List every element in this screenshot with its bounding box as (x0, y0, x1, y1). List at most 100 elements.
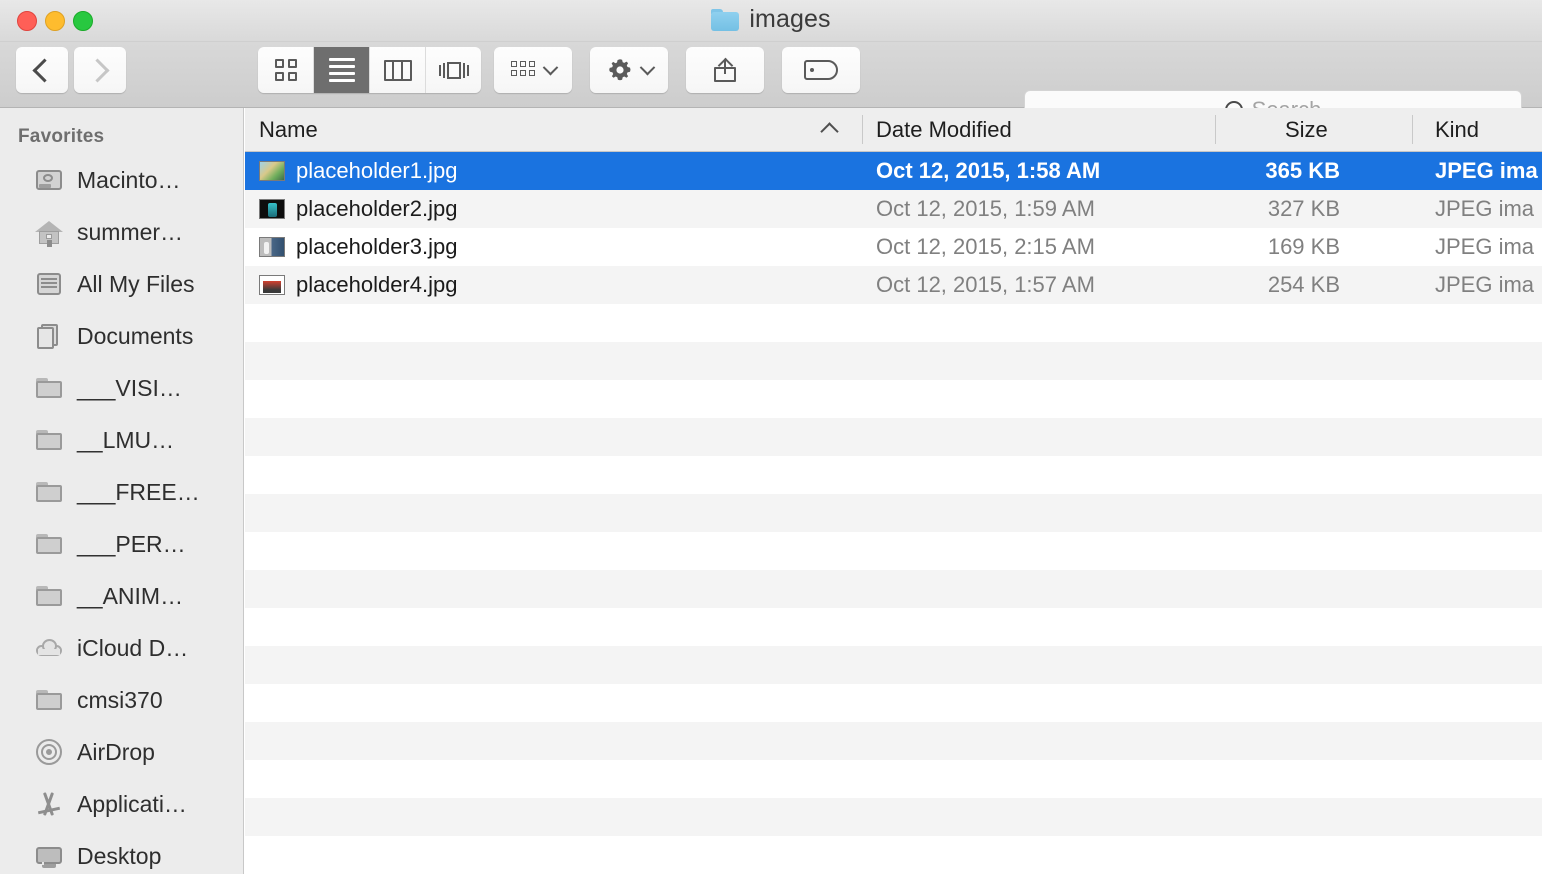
file-name-cell[interactable]: placeholder2.jpg (259, 190, 457, 228)
column-header-kind[interactable]: Kind (1435, 108, 1479, 151)
sidebar-item-summer[interactable]: summer… (0, 206, 243, 258)
arrange-icon (510, 61, 537, 79)
file-name-label: placeholder1.jpg (296, 158, 458, 183)
file-thumbnail-icon (259, 237, 285, 257)
sidebar-item-lmu[interactable]: __LMU… (0, 414, 243, 466)
empty-row[interactable] (245, 722, 1542, 760)
file-date-modified: Oct 12, 2015, 1:59 AM (876, 196, 1095, 221)
file-thumbnail-icon (259, 275, 285, 295)
file-size: 327 KB (1267, 196, 1340, 221)
sidebar-item-label: All My Files (77, 270, 195, 297)
sidebar-item-free[interactable]: ___FREE… (0, 466, 243, 518)
empty-row[interactable] (245, 304, 1542, 342)
window-title: images (749, 5, 831, 33)
sidebar-item-per[interactable]: ___PER… (0, 518, 243, 570)
empty-row[interactable] (245, 380, 1542, 418)
sidebar-item-anim[interactable]: __ANIM… (0, 570, 243, 622)
sidebar-item-desktop[interactable]: Desktop (0, 830, 243, 874)
sidebar-item-label: cmsi370 (77, 686, 163, 713)
back-button[interactable] (16, 47, 68, 93)
table-row[interactable]: placeholder3.jpg Oct 12, 2015, 2:15 AM 169… (245, 228, 1542, 266)
table-row[interactable]: placeholder1.jpg Oct 12, 2015, 1:58 AM 365… (245, 152, 1542, 190)
list-icon (328, 58, 355, 82)
action-menu-button[interactable] (590, 47, 668, 93)
sidebar-item-cmsi370[interactable]: cmsi370 (0, 674, 243, 726)
empty-row[interactable] (245, 760, 1542, 798)
chevron-left-icon (32, 57, 57, 83)
chevron-down-icon (542, 59, 558, 75)
desktop-icon (34, 841, 64, 871)
sidebar-item-airdrop[interactable]: AirDrop (0, 726, 243, 778)
empty-row[interactable] (245, 836, 1542, 874)
folder-icon (34, 685, 64, 715)
all-my-files-icon (34, 269, 64, 299)
file-name-cell[interactable]: placeholder4.jpg (259, 266, 457, 304)
tag-button[interactable] (782, 47, 860, 93)
file-name-label: placeholder2.jpg (296, 196, 458, 221)
column-header-row: Name Date Modified Size Kind (245, 108, 1542, 152)
file-kind: JPEG ima (1435, 234, 1535, 259)
harddisk-icon (34, 165, 64, 195)
sidebar[interactable]: Favorites Macinto… summer… All My Files Doc… (0, 108, 244, 874)
chevron-down-icon (639, 59, 655, 75)
empty-row[interactable] (245, 798, 1542, 836)
empty-row[interactable] (245, 608, 1542, 646)
empty-row[interactable] (245, 418, 1542, 456)
file-list-area[interactable]: Name Date Modified Size Kind placeholder… (245, 108, 1542, 874)
cloud-icon (34, 633, 64, 663)
sidebar-item-label: __ANIM… (77, 582, 184, 609)
sidebar-item-label: __LMU… (77, 426, 175, 453)
maximize-button[interactable] (73, 11, 93, 31)
file-name-cell[interactable]: placeholder3.jpg (259, 228, 457, 266)
coverflow-view-button[interactable] (426, 47, 481, 93)
icon-view-button[interactable] (258, 47, 314, 93)
folder-icon (711, 8, 740, 31)
empty-row[interactable] (245, 456, 1542, 494)
toolbar: Search (0, 42, 1542, 130)
tag-icon (804, 60, 838, 80)
navigation-buttons (16, 47, 126, 93)
forward-button[interactable] (74, 47, 126, 93)
empty-row[interactable] (245, 684, 1542, 722)
sidebar-item-visi[interactable]: ___VISI… (0, 362, 243, 414)
list-view-button[interactable] (314, 47, 370, 93)
arrange-button[interactable] (494, 47, 572, 93)
sidebar-section-favorites: Favorites (18, 126, 105, 147)
table-row[interactable]: placeholder2.jpg Oct 12, 2015, 1:59 AM 327… (245, 190, 1542, 228)
file-date-modified: Oct 12, 2015, 2:15 AM (876, 234, 1095, 259)
applications-icon (34, 789, 64, 819)
column-view-button[interactable] (370, 47, 426, 93)
empty-row[interactable] (245, 494, 1542, 532)
sidebar-item-documents[interactable]: Documents (0, 310, 243, 362)
share-button[interactable] (686, 47, 764, 93)
table-row[interactable]: placeholder4.jpg Oct 12, 2015, 1:57 AM 254… (245, 266, 1542, 304)
sidebar-item-icloudd[interactable]: iCloud D… (0, 622, 243, 674)
file-kind: JPEG ima (1435, 272, 1535, 297)
folder-icon (34, 373, 64, 403)
minimize-button[interactable] (45, 11, 65, 31)
empty-row[interactable] (245, 570, 1542, 608)
column-header-date-modified[interactable]: Date Modified (876, 108, 1012, 151)
sidebar-item-macinto[interactable]: Macinto… (0, 154, 243, 206)
grid-icon (274, 59, 297, 81)
column-header-name[interactable]: Name (259, 108, 318, 151)
documents-icon (34, 321, 64, 351)
sidebar-item-applicati[interactable]: Applicati… (0, 778, 243, 830)
airdrop-icon (34, 737, 64, 767)
empty-row[interactable] (245, 532, 1542, 570)
file-name-cell[interactable]: placeholder1.jpg (259, 152, 457, 190)
sort-ascending-icon (820, 122, 839, 141)
sidebar-item-label: summer… (77, 218, 184, 245)
column-divider[interactable] (1412, 115, 1413, 144)
sidebar-item-label: Documents (77, 322, 194, 349)
column-divider[interactable] (862, 115, 863, 144)
sidebar-item-label: Applicati… (77, 790, 187, 817)
close-button[interactable] (17, 11, 37, 31)
folder-icon (34, 425, 64, 455)
column-divider[interactable] (1215, 115, 1216, 144)
sidebar-item-allmyfiles[interactable]: All My Files (0, 258, 243, 310)
empty-row[interactable] (245, 342, 1542, 380)
empty-row[interactable] (245, 646, 1542, 684)
column-header-size[interactable]: Size (1285, 108, 1328, 151)
file-size: 365 KB (1265, 158, 1340, 183)
